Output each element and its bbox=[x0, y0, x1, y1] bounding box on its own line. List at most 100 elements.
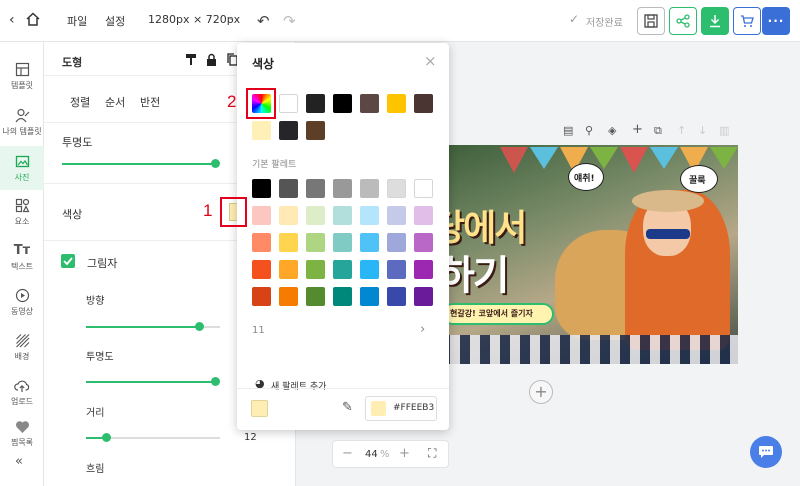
close-icon[interactable]: × bbox=[424, 52, 437, 70]
home-icon[interactable] bbox=[25, 11, 41, 30]
recent-color-swatch[interactable] bbox=[306, 94, 325, 113]
magic-icon[interactable]: ⚲ bbox=[585, 124, 593, 137]
menu-file[interactable]: 파일 bbox=[67, 13, 87, 29]
share-button[interactable] bbox=[669, 7, 697, 35]
add-palette-button[interactable]: 새 팔레트 추가 bbox=[271, 379, 326, 392]
tab-align[interactable]: 정렬 bbox=[70, 94, 90, 110]
more-button[interactable]: ··· bbox=[762, 7, 790, 35]
palette-color-swatch[interactable] bbox=[252, 206, 271, 225]
palette-color-swatch[interactable] bbox=[306, 233, 325, 252]
palette-color-swatch[interactable] bbox=[279, 260, 298, 279]
fill-icon[interactable]: ◈ bbox=[608, 124, 616, 137]
palette-color-swatch[interactable] bbox=[306, 287, 325, 306]
palette-color-swatch[interactable] bbox=[414, 233, 433, 252]
recent-color-swatch[interactable] bbox=[360, 94, 379, 113]
palette-color-swatch[interactable] bbox=[252, 233, 271, 252]
recent-color-swatch[interactable] bbox=[333, 94, 352, 113]
current-color-swatch[interactable] bbox=[251, 400, 268, 417]
recent-color-swatch[interactable] bbox=[414, 94, 433, 113]
lock-icon[interactable] bbox=[206, 53, 217, 66]
eyedropper-icon[interactable]: ✎ bbox=[342, 400, 353, 415]
rail-item-background[interactable]: 배경 bbox=[0, 325, 44, 369]
recent-color-swatch[interactable] bbox=[279, 94, 298, 113]
rail-item-my-template[interactable]: 나의 템플릿 bbox=[0, 100, 44, 144]
palette-color-swatch[interactable] bbox=[360, 260, 379, 279]
palette-color-swatch[interactable] bbox=[279, 287, 298, 306]
palette-color-swatch[interactable] bbox=[360, 206, 379, 225]
palette-color-swatch[interactable] bbox=[414, 260, 433, 279]
palette-color-swatch[interactable] bbox=[333, 179, 352, 198]
trash-icon[interactable]: ▥ bbox=[719, 124, 729, 137]
palette-color-swatch[interactable] bbox=[333, 287, 352, 306]
collapse-icon[interactable]: « bbox=[15, 454, 23, 469]
palette-color-swatch[interactable] bbox=[360, 179, 379, 198]
palette-color-swatch[interactable] bbox=[279, 206, 298, 225]
palette-color-swatch[interactable] bbox=[360, 287, 379, 306]
recent-color-swatch[interactable] bbox=[279, 121, 298, 140]
direction-slider-handle[interactable] bbox=[195, 322, 204, 331]
rail-item-favorites[interactable]: 찜목록 bbox=[0, 414, 44, 448]
zoom-in-button[interactable]: + bbox=[399, 446, 410, 461]
comment-icon[interactable]: ▤ bbox=[563, 124, 573, 137]
shadow-opacity-slider[interactable] bbox=[86, 381, 216, 383]
hex-input-field[interactable]: #FFEEB3 bbox=[365, 396, 437, 421]
back-icon[interactable]: ‹ bbox=[9, 12, 15, 28]
palette-color-swatch[interactable] bbox=[387, 233, 406, 252]
rail-item-photo[interactable]: 사진 bbox=[0, 146, 44, 190]
palette-color-swatch[interactable] bbox=[387, 206, 406, 225]
redo-icon[interactable]: ↷ bbox=[283, 12, 296, 30]
palette-color-swatch[interactable] bbox=[252, 260, 271, 279]
opacity-slider[interactable] bbox=[62, 163, 216, 165]
recent-color-swatch[interactable] bbox=[252, 121, 271, 140]
duplicate-icon[interactable]: ⧉ bbox=[654, 124, 662, 138]
palette-color-swatch[interactable] bbox=[252, 179, 271, 198]
add-page-button[interactable]: + bbox=[529, 380, 553, 404]
rail-item-text[interactable]: Tт 텍스트 bbox=[0, 235, 44, 279]
zoom-value[interactable]: 44 bbox=[365, 449, 378, 460]
palette-color-swatch[interactable] bbox=[414, 206, 433, 225]
arrow-up-icon[interactable]: ↑ bbox=[677, 124, 686, 137]
palette-color-swatch[interactable] bbox=[333, 206, 352, 225]
palette-color-swatch[interactable] bbox=[333, 260, 352, 279]
rail-item-upload[interactable]: 업로드 bbox=[0, 370, 44, 414]
palette-color-swatch[interactable] bbox=[279, 233, 298, 252]
chevron-right-icon[interactable]: › bbox=[420, 322, 425, 337]
undo-icon[interactable]: ↶ bbox=[257, 12, 270, 30]
chat-button[interactable] bbox=[750, 436, 782, 468]
palette-color-swatch[interactable] bbox=[306, 179, 325, 198]
palette-color-swatch[interactable] bbox=[387, 179, 406, 198]
palette-color-swatch[interactable] bbox=[252, 287, 271, 306]
palette-color-swatch[interactable] bbox=[306, 260, 325, 279]
palette-color-swatch[interactable] bbox=[414, 179, 433, 198]
more-colors-count[interactable]: 11 bbox=[252, 325, 265, 336]
design-canvas[interactable]: 당에서 하기 현갈강! 코앞에서 즐기자 얘취! 꿀룩 bbox=[440, 145, 738, 364]
palette-color-swatch[interactable] bbox=[306, 206, 325, 225]
add-icon[interactable]: + bbox=[632, 122, 643, 137]
download-button[interactable] bbox=[701, 7, 729, 35]
menu-settings[interactable]: 설정 bbox=[105, 13, 125, 29]
opacity-slider-handle[interactable] bbox=[211, 159, 220, 168]
arrow-down-icon[interactable]: ↓ bbox=[698, 124, 707, 137]
shadow-opacity-slider-handle[interactable] bbox=[211, 377, 220, 386]
palette-color-swatch[interactable] bbox=[279, 179, 298, 198]
rail-item-template[interactable]: 템플릿 bbox=[0, 54, 44, 98]
distance-slider-handle[interactable] bbox=[102, 433, 111, 442]
fit-screen-icon[interactable]: ⛶ bbox=[428, 446, 436, 461]
palette-color-swatch[interactable] bbox=[387, 287, 406, 306]
palette-color-swatch[interactable] bbox=[360, 233, 379, 252]
save-button[interactable] bbox=[637, 7, 665, 35]
rail-item-element[interactable]: 요소 bbox=[0, 190, 44, 234]
tab-order[interactable]: 순서 bbox=[105, 94, 125, 110]
palette-color-swatch[interactable] bbox=[333, 233, 352, 252]
chevron-down-icon[interactable]: ⌄ bbox=[227, 12, 235, 23]
cart-button[interactable] bbox=[733, 7, 761, 35]
recent-color-swatch[interactable] bbox=[387, 94, 406, 113]
paint-roller-icon[interactable] bbox=[185, 53, 197, 66]
zoom-out-button[interactable]: − bbox=[342, 446, 353, 461]
palette-color-swatch[interactable] bbox=[414, 287, 433, 306]
rail-item-video[interactable]: 동영상 bbox=[0, 280, 44, 324]
tab-flip[interactable]: 반전 bbox=[140, 94, 160, 110]
recent-color-swatch[interactable] bbox=[306, 121, 325, 140]
palette-color-swatch[interactable] bbox=[387, 260, 406, 279]
shadow-checkbox[interactable] bbox=[61, 254, 75, 268]
